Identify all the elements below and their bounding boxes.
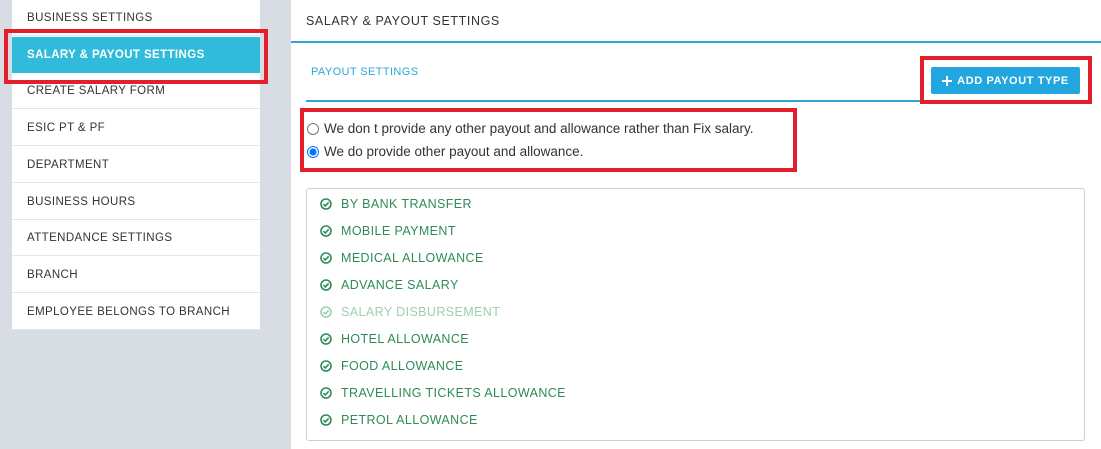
sidebar-item-department[interactable]: DEPARTMENT <box>12 147 260 183</box>
check-circle-icon <box>320 225 332 237</box>
payout-type-item[interactable]: MOBILE PAYMENT <box>320 224 456 238</box>
sidebar-item-attendance-settings[interactable]: ATTENDANCE SETTINGS <box>12 220 260 257</box>
check-circle-icon <box>320 333 332 345</box>
highlight-sidebar-active <box>4 29 268 84</box>
check-circle-icon <box>320 360 332 372</box>
check-circle-icon <box>320 279 332 291</box>
page-title: SALARY & PAYOUT SETTINGS <box>291 0 1101 43</box>
highlight-radio-options <box>300 108 797 172</box>
payout-type-item[interactable]: TRAVELLING TICKETS ALLOWANCE <box>320 386 566 400</box>
check-circle-icon <box>320 414 332 426</box>
payout-type-item[interactable]: SALARY DISBURSEMENT <box>320 305 500 319</box>
payout-type-label: SALARY DISBURSEMENT <box>341 305 501 319</box>
sidebar-item-employee-belongs-to-branch[interactable]: EMPLOYEE BELONGS TO BRANCH <box>12 294 260 330</box>
check-circle-icon <box>320 198 332 210</box>
payout-type-label: ADVANCE SALARY <box>341 278 459 292</box>
check-circle-icon <box>320 387 332 399</box>
payout-type-item[interactable]: MEDICAL ALLOWANCE <box>320 251 484 265</box>
check-circle-icon <box>320 306 332 318</box>
payout-type-item[interactable]: HOTEL ALLOWANCE <box>320 332 469 346</box>
payout-type-item[interactable]: ADVANCE SALARY <box>320 278 459 292</box>
payout-type-label: TRAVELLING TICKETS ALLOWANCE <box>341 386 566 400</box>
payout-type-label: MEDICAL ALLOWANCE <box>341 251 484 265</box>
sidebar-item-esic-pt-pf[interactable]: ESIC PT & PF <box>12 110 260 147</box>
payout-type-label: BY BANK TRANSFER <box>341 197 472 211</box>
check-circle-icon <box>320 252 332 264</box>
payout-type-label: FOOD ALLOWANCE <box>341 359 464 373</box>
payout-type-item[interactable]: BY BANK TRANSFER <box>320 197 472 211</box>
sidebar-item-business-hours[interactable]: BUSINESS HOURS <box>12 184 260 220</box>
payout-type-label: MOBILE PAYMENT <box>341 224 456 238</box>
payout-type-item[interactable]: PETROL ALLOWANCE <box>320 413 478 427</box>
payout-settings-tab[interactable]: PAYOUT SETTINGS <box>311 66 418 78</box>
payout-type-item[interactable]: FOOD ALLOWANCE <box>320 359 464 373</box>
payout-type-label: HOTEL ALLOWANCE <box>341 332 470 346</box>
payout-types-list: BY BANK TRANSFER MOBILE PAYMENT MEDICAL AL… <box>306 188 1085 441</box>
sidebar-item-branch[interactable]: BRANCH <box>12 257 260 293</box>
payout-type-label: PETROL ALLOWANCE <box>341 413 478 427</box>
highlight-add-button <box>920 56 1092 104</box>
